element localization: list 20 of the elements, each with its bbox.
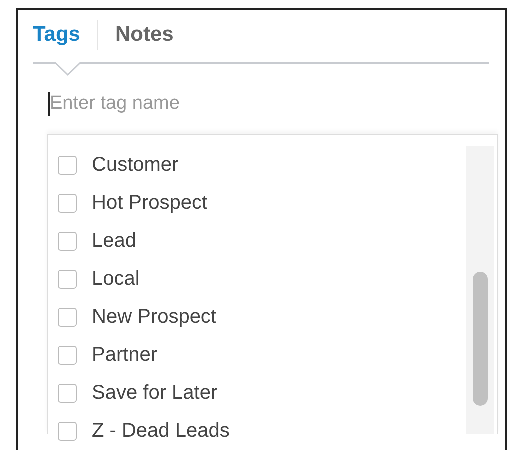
checkbox[interactable] xyxy=(58,156,77,174)
tag-label[interactable]: Save for Later xyxy=(92,382,218,404)
checkbox[interactable] xyxy=(58,232,77,250)
checkbox[interactable] xyxy=(58,270,77,288)
tag-label[interactable]: Z - Dead Leads xyxy=(92,420,230,442)
tab[interactable]: Notes xyxy=(115,23,174,47)
tag-label[interactable]: Local xyxy=(92,268,140,290)
tag-label[interactable]: Customer xyxy=(92,154,179,176)
checkbox[interactable] xyxy=(58,384,77,402)
checkbox[interactable] xyxy=(58,422,77,440)
scrollbar[interactable] xyxy=(466,146,494,434)
checkbox[interactable] xyxy=(58,308,77,326)
scroll-thumb[interactable] xyxy=(473,272,488,406)
tag-label[interactable]: Hot Prospect xyxy=(92,192,208,214)
tab[interactable]: Tags xyxy=(33,23,80,47)
tag-label[interactable]: New Prospect xyxy=(92,306,216,328)
tag-label[interactable]: Lead xyxy=(92,230,136,252)
checkbox[interactable] xyxy=(58,346,77,364)
checkbox[interactable] xyxy=(58,194,77,212)
tag-label[interactable]: Partner xyxy=(92,344,158,366)
